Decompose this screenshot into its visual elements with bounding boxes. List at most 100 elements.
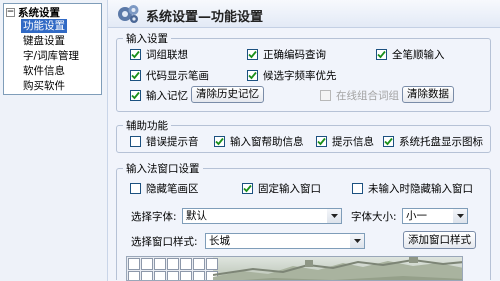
checkbox-correct-code-query[interactable] <box>247 48 258 60</box>
checkbox-hide-window-when-idle[interactable] <box>352 182 363 194</box>
page-title: 系统设置—功能设置 <box>146 10 264 25</box>
palette-cell <box>180 271 192 280</box>
option-correct-code-query[interactable]: 正确编码查询 <box>247 47 326 61</box>
input-settings-title: 输入设置 <box>123 31 171 46</box>
tree-item-software-info[interactable]: 软件信息 <box>21 64 67 78</box>
checkbox-tray-icon[interactable] <box>383 135 394 147</box>
checkmark-icon <box>131 71 140 79</box>
option-label: 提示信息 <box>332 135 374 148</box>
tree-root-label: 系统设置 <box>18 7 60 19</box>
palette-cell <box>180 258 192 270</box>
window-style-select[interactable]: 长城 <box>205 233 365 249</box>
checkmark-icon <box>131 50 140 58</box>
aux-settings-title: 辅助功能 <box>123 118 171 133</box>
checkbox-fix-input-window[interactable] <box>242 182 253 194</box>
option-label: 正确编码查询 <box>263 48 326 61</box>
checkbox-code-show-strokes[interactable] <box>130 69 141 81</box>
option-label: 输入记忆 <box>146 89 188 102</box>
checkbox-candidate-frequency-first[interactable] <box>247 69 258 81</box>
window-style-label: 选择窗口样式: <box>131 236 198 248</box>
tree-item-buy-software[interactable]: 购买软件 <box>21 79 67 93</box>
chevron-down-icon[interactable] <box>327 209 341 223</box>
option-label: 词组联想 <box>146 48 188 61</box>
checkbox-online-phrase-combine[interactable] <box>320 89 331 101</box>
option-input-window-help[interactable]: 输入窗帮助信息 <box>214 134 304 148</box>
font-label: 选择字体: <box>131 211 177 223</box>
option-full-stroke-input[interactable]: 全笔顺输入 <box>376 47 445 61</box>
option-label: 隐藏笔画区 <box>146 182 199 195</box>
checkmark-icon <box>248 71 257 79</box>
gears-icon <box>118 5 139 23</box>
checkmark-icon <box>377 50 386 58</box>
great-wall-landscape-image <box>213 257 462 280</box>
option-hide-stroke-area[interactable]: 隐藏笔画区 <box>130 181 199 195</box>
option-code-show-strokes[interactable]: 代码显示笔画 <box>130 68 209 82</box>
option-label: 在线组合词组 <box>336 89 399 102</box>
palette-cell <box>128 271 140 280</box>
option-fix-input-window[interactable]: 固定输入窗口 <box>242 181 321 195</box>
font-size-select-value: 小一 <box>406 210 427 222</box>
checkbox-error-beep[interactable] <box>130 135 141 147</box>
checkbox-input-window-help[interactable] <box>214 135 225 147</box>
checkbox-hide-stroke-area[interactable] <box>130 182 141 194</box>
option-hide-window-when-idle[interactable]: 未输入时隐藏输入窗口 <box>352 181 473 195</box>
clear-history-button[interactable]: 清除历史记忆 <box>191 86 264 103</box>
checkbox-input-memory[interactable] <box>130 89 141 101</box>
option-tip-info[interactable]: 提示信息 <box>316 134 374 148</box>
window-settings-title: 输入法窗口设置 <box>123 161 203 176</box>
option-label: 固定输入窗口 <box>258 182 321 195</box>
add-window-style-button[interactable]: 添加窗口样式 <box>403 231 476 249</box>
palette-cell <box>154 258 166 270</box>
checkmark-icon <box>131 91 140 99</box>
page-header: 系统设置—功能设置 <box>108 0 500 28</box>
option-label: 输入窗帮助信息 <box>230 135 304 148</box>
option-candidate-frequency-first[interactable]: 候选字频率优先 <box>247 68 337 82</box>
stroke-palette-preview <box>127 257 218 280</box>
checkmark-icon <box>243 184 252 192</box>
palette-cell <box>193 271 205 280</box>
input-settings-group: 输入设置 词组联想 正确编码查询 全笔顺输入 代码显示笔画 候选字频率优先 输入… <box>116 31 491 112</box>
option-label: 代码显示笔画 <box>146 69 209 82</box>
option-label: 候选字频率优先 <box>263 69 337 82</box>
tree-item-function-settings[interactable]: 功能设置 <box>21 19 67 33</box>
option-phrase-association[interactable]: 词组联想 <box>130 47 188 61</box>
option-tray-icon[interactable]: 系统托盘显示图标 <box>383 134 483 148</box>
collapse-toggle-icon[interactable]: − <box>6 8 15 17</box>
option-error-beep[interactable]: 错误提示音 <box>130 134 199 148</box>
main-panel: 系统设置—功能设置 输入设置 词组联想 正确编码查询 全笔顺输入 代码显示笔画 … <box>107 0 500 281</box>
palette-cell <box>128 258 140 270</box>
checkbox-full-stroke-input[interactable] <box>376 48 387 60</box>
checkmark-icon <box>215 137 224 145</box>
palette-cell <box>167 258 179 270</box>
palette-cell <box>154 271 166 280</box>
font-size-label: 字体大小: <box>351 211 397 223</box>
settings-tree: − 系统设置 功能设置 键盘设置 字/词库管理 软件信息 购买软件 <box>3 3 102 95</box>
tree-item-lexicon-management[interactable]: 字/词库管理 <box>21 49 81 63</box>
option-label: 未输入时隐藏输入窗口 <box>368 182 473 195</box>
font-select-value: 默认 <box>186 210 207 222</box>
chevron-down-icon[interactable] <box>453 209 467 223</box>
checkmark-icon <box>317 137 326 145</box>
font-select[interactable]: 默认 <box>182 208 342 224</box>
font-size-select[interactable]: 小一 <box>402 208 468 224</box>
option-label: 错误提示音 <box>146 135 199 148</box>
window-style-select-value: 长城 <box>209 235 230 247</box>
palette-cell <box>193 258 205 270</box>
tree-item-keyboard-settings[interactable]: 键盘设置 <box>21 34 67 48</box>
tree-root-system-settings[interactable]: − 系统设置 <box>6 6 60 19</box>
checkbox-phrase-association[interactable] <box>130 48 141 60</box>
checkmark-icon <box>384 137 393 145</box>
window-style-preview <box>126 256 463 281</box>
option-input-memory[interactable]: 输入记忆 <box>130 88 188 102</box>
option-online-phrase-combine[interactable]: 在线组合词组 <box>320 88 399 102</box>
checkbox-tip-info[interactable] <box>316 135 327 147</box>
palette-cell <box>167 271 179 280</box>
option-label: 系统托盘显示图标 <box>399 135 483 148</box>
palette-cell <box>141 271 153 280</box>
aux-settings-group: 辅助功能 错误提示音 输入窗帮助信息 提示信息 系统托盘显示图标 <box>116 118 491 153</box>
checkmark-icon <box>248 50 257 58</box>
chevron-down-icon[interactable] <box>350 234 364 248</box>
option-label: 全笔顺输入 <box>392 48 445 61</box>
clear-data-button[interactable]: 清除数据 <box>402 86 454 103</box>
palette-cell <box>141 258 153 270</box>
